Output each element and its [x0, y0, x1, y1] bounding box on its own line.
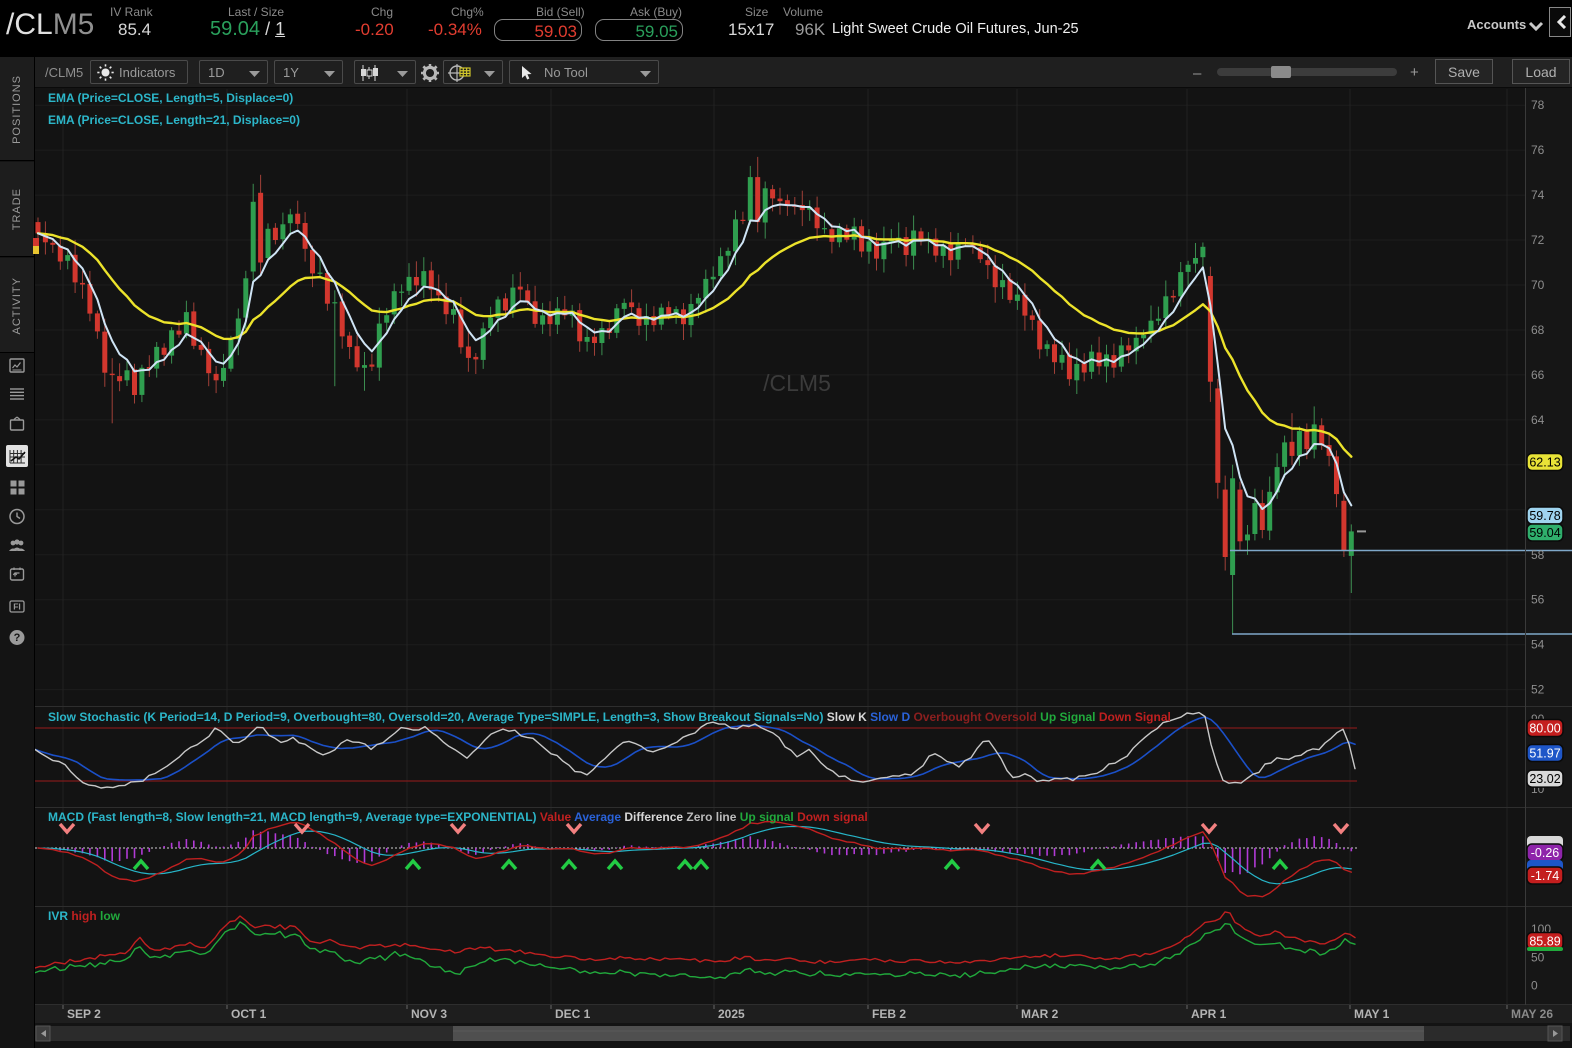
- svg-text:70: 70: [1531, 278, 1545, 292]
- svg-text:50: 50: [1531, 951, 1545, 965]
- svg-text:EMA (Price=CLOSE, Length=21, D: EMA (Price=CLOSE, Length=21, Displace=0): [48, 113, 300, 127]
- svg-text:58: 58: [1531, 548, 1545, 562]
- svg-text:0: 0: [1531, 979, 1538, 993]
- svg-text:62.13: 62.13: [1529, 456, 1560, 470]
- svg-text:72: 72: [1531, 233, 1545, 247]
- svg-text:78: 78: [1531, 98, 1545, 112]
- svg-text:80.00: 80.00: [1529, 722, 1560, 736]
- svg-text:56: 56: [1531, 593, 1545, 607]
- svg-text:APR 1: APR 1: [1191, 1007, 1227, 1021]
- svg-text:64: 64: [1531, 413, 1545, 427]
- svg-text:MAY 1: MAY 1: [1354, 1007, 1390, 1021]
- svg-text:2025: 2025: [718, 1007, 745, 1021]
- svg-text:Slow Stochastic (K Period=14,: Slow Stochastic (K Period=14, D Period=9…: [48, 710, 1171, 724]
- svg-text:MACD (Fast length=8, Slow leng: MACD (Fast length=8, Slow length=21, MAC…: [48, 810, 868, 824]
- svg-text:51.97: 51.97: [1529, 747, 1560, 761]
- svg-text:85.89: 85.89: [1529, 935, 1560, 949]
- svg-text:59.78: 59.78: [1529, 509, 1560, 523]
- svg-text:54: 54: [1531, 638, 1545, 652]
- svg-text:MAY 26: MAY 26: [1511, 1007, 1553, 1021]
- svg-text:74: 74: [1531, 188, 1545, 202]
- svg-text:23.02: 23.02: [1529, 772, 1560, 786]
- svg-text:66: 66: [1531, 368, 1545, 382]
- svg-text:-1.74: -1.74: [1531, 869, 1560, 883]
- svg-text:59.04: 59.04: [1529, 526, 1560, 540]
- svg-text:/CLM5: /CLM5: [763, 370, 831, 396]
- svg-text:68: 68: [1531, 323, 1545, 337]
- svg-text:FEB 2: FEB 2: [872, 1007, 906, 1021]
- svg-text:DEC 1: DEC 1: [555, 1007, 591, 1021]
- svg-text:IVR high low: IVR high low: [48, 909, 121, 923]
- svg-text:NOV 3: NOV 3: [411, 1007, 447, 1021]
- svg-text:MAR 2: MAR 2: [1021, 1007, 1059, 1021]
- svg-text:-0.26: -0.26: [1531, 846, 1560, 860]
- svg-text:FI: FI: [13, 602, 21, 612]
- svg-text:52: 52: [1531, 683, 1545, 697]
- svg-text:EMA (Price=CLOSE, Length=5, Di: EMA (Price=CLOSE, Length=5, Displace=0): [48, 91, 293, 105]
- svg-text:76: 76: [1531, 143, 1545, 157]
- svg-text:?: ?: [14, 632, 21, 644]
- svg-text:SEP 2: SEP 2: [67, 1007, 101, 1021]
- svg-text:OCT 1: OCT 1: [231, 1007, 267, 1021]
